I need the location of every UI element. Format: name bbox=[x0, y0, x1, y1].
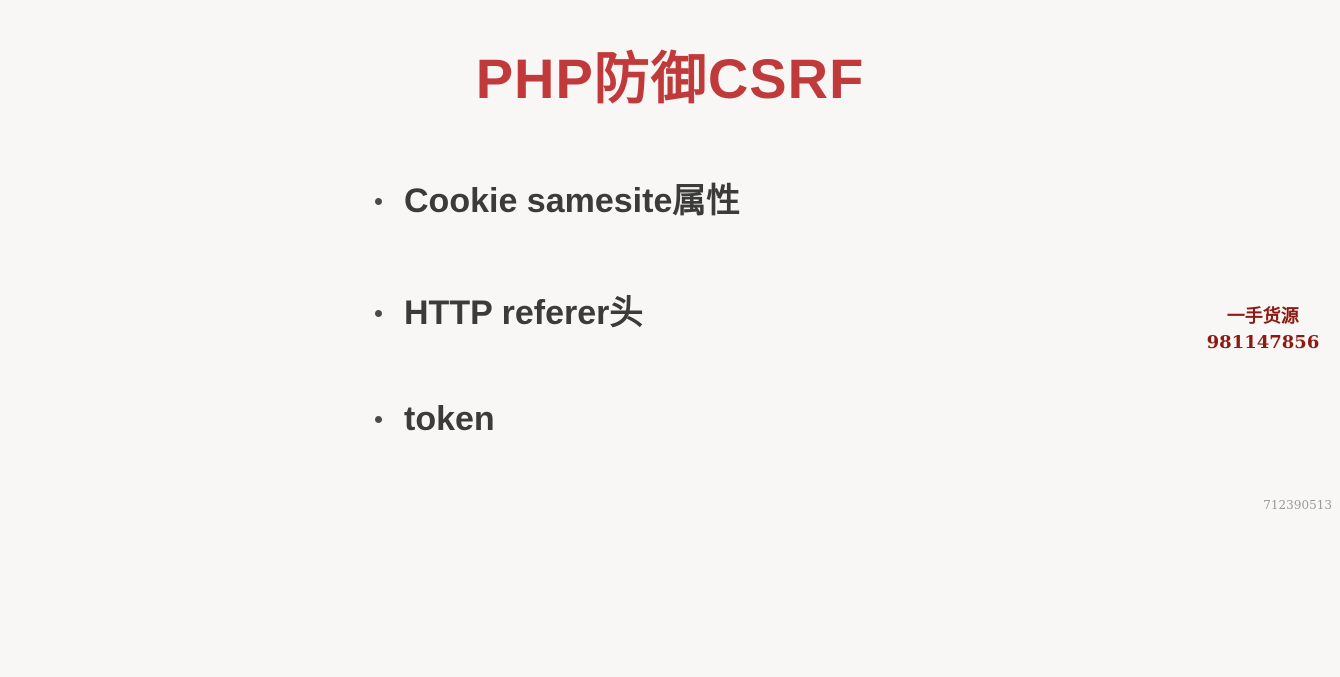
bullet-text: HTTP referer头 bbox=[404, 294, 644, 332]
bullet-dot-icon bbox=[375, 309, 382, 317]
slide-title: PHP防御CSRF bbox=[475, 47, 865, 110]
slide: PHP防御CSRF Cookie samesite属性 HTTP referer… bbox=[0, 0, 1340, 677]
bullet-dot-icon bbox=[375, 197, 382, 205]
corner-watermark-number: 712390513 bbox=[1263, 498, 1332, 512]
bullet-list: Cookie samesite属性 HTTP referer头 token bbox=[375, 176, 740, 506]
bullet-item: HTTP referer头 bbox=[375, 288, 740, 338]
bullet-item: Cookie samesite属性 bbox=[375, 176, 740, 226]
bullet-text: token bbox=[404, 400, 495, 438]
bullet-dot-icon bbox=[375, 415, 382, 423]
watermark-line-1: 一手货源 bbox=[1227, 306, 1299, 327]
bullet-item: token bbox=[375, 394, 740, 444]
watermark: 一手货源 981147856 bbox=[1198, 304, 1328, 356]
bullet-text: Cookie samesite属性 bbox=[404, 182, 741, 220]
watermark-line-2: 981147856 bbox=[1206, 332, 1320, 353]
